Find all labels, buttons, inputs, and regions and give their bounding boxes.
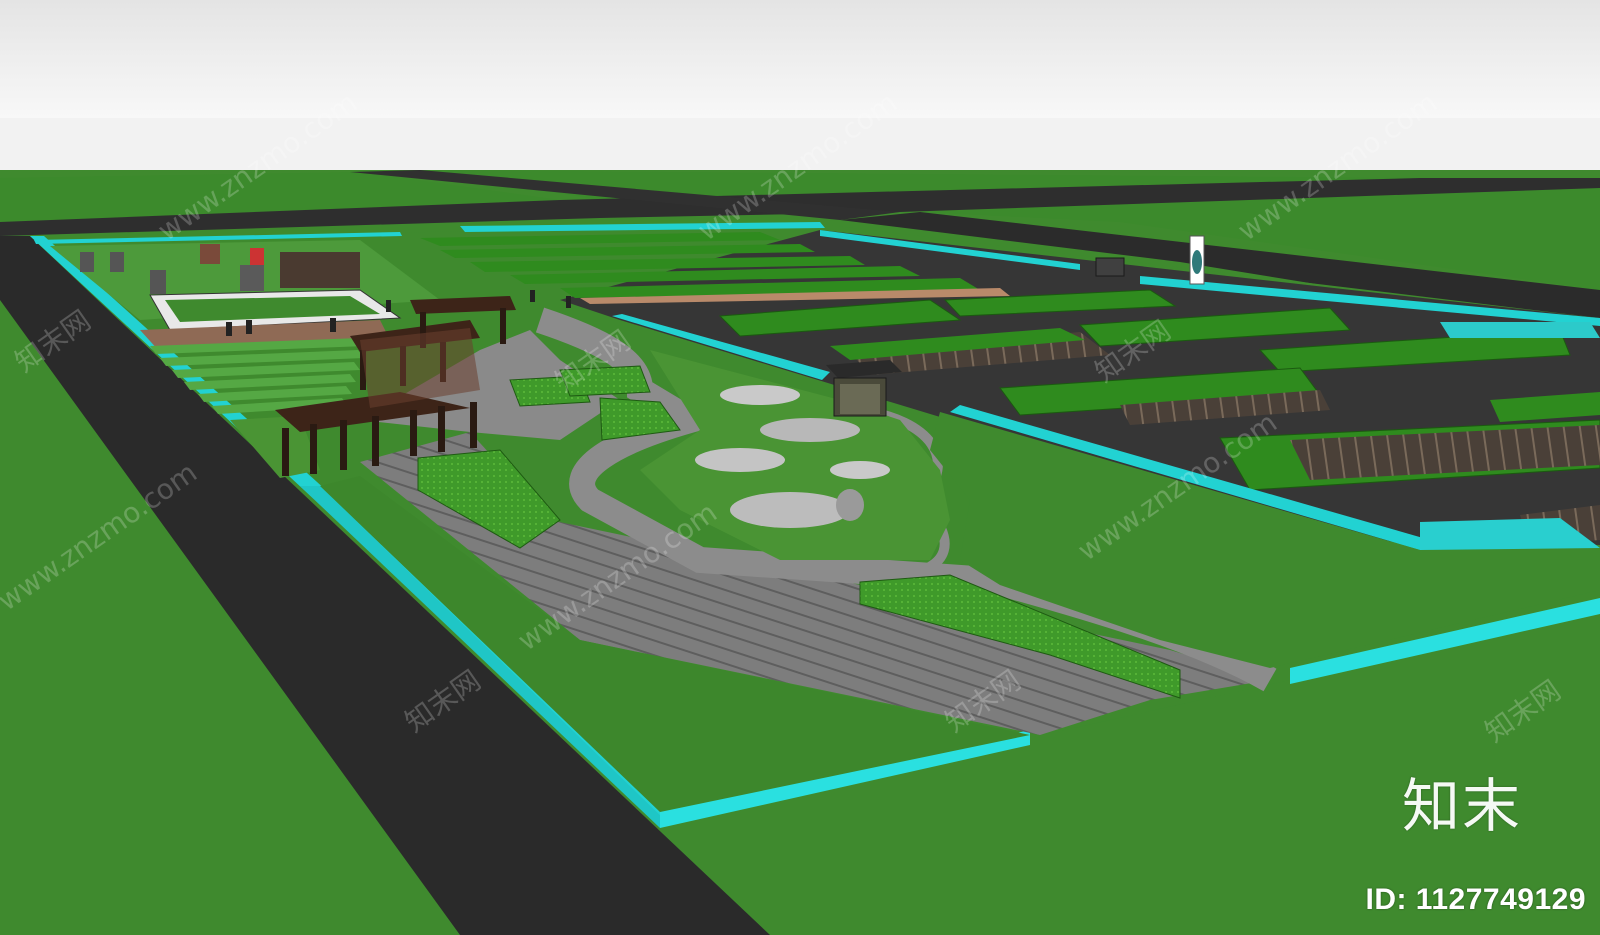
watermark-logo: 知末: [1401, 772, 1522, 840]
sky: [0, 0, 1600, 118]
entrance-sign: [1189, 235, 1205, 285]
guard-house: [1095, 257, 1125, 277]
landscape-render: [0, 0, 1600, 935]
watermark-id: ID: 1127749129: [1365, 883, 1586, 916]
horizon-haze: [0, 118, 1600, 178]
model-viewport[interactable]: www.znzmo.com www.znzmo.com www.znzmo.co…: [0, 0, 1600, 935]
